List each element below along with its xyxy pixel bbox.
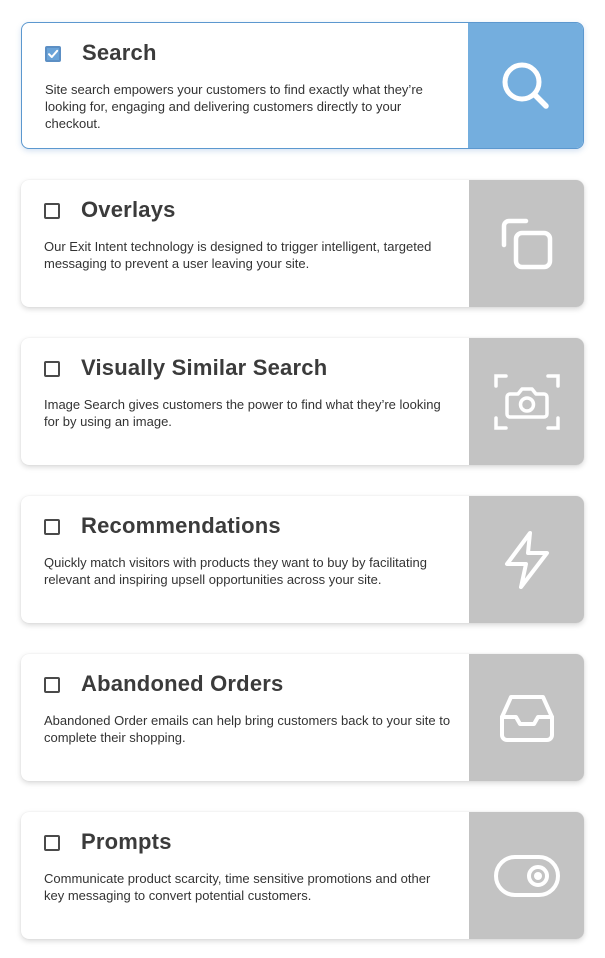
feature-card-body: Search Site search empowers your custome… <box>22 23 470 148</box>
feature-card-visually-similar-search[interactable]: Visually Similar Search Image Search giv… <box>21 338 584 465</box>
feature-title: Prompts <box>81 829 172 854</box>
feature-icon-panel <box>469 180 584 307</box>
feature-description: Quickly match visitors with products the… <box>44 555 427 587</box>
feature-card-overlays[interactable]: Overlays Our Exit Intent technology is d… <box>21 180 584 307</box>
feature-card-body: Overlays Our Exit Intent technology is d… <box>21 180 469 307</box>
feature-icon-panel <box>469 654 584 781</box>
feature-icon-panel <box>468 23 583 148</box>
feature-card-body: Abandoned Orders Abandoned Order emails … <box>21 654 469 781</box>
feature-title: Search <box>82 40 157 65</box>
feature-checkbox-recommendations[interactable] <box>44 519 60 535</box>
overlay-icon <box>501 218 552 269</box>
feature-checkbox-abandoned-orders[interactable] <box>44 677 60 693</box>
feature-description: Communicate product scarcity, time sensi… <box>44 871 431 903</box>
feature-checkbox-search[interactable] <box>45 46 61 62</box>
feature-icon-panel <box>469 338 584 465</box>
feature-card-body: Recommendations Quickly match visitors w… <box>21 496 469 623</box>
feature-title: Recommendations <box>81 513 281 538</box>
lightning-icon <box>504 530 549 589</box>
feature-description: Site search empowers your customers to f… <box>45 82 423 131</box>
feature-icon-panel <box>469 496 584 623</box>
camera-scan-icon <box>493 373 560 430</box>
feature-checkbox-prompts[interactable] <box>44 835 60 851</box>
feature-description: Abandoned Order emails can help bring cu… <box>44 713 451 745</box>
feature-card-abandoned-orders[interactable]: Abandoned Orders Abandoned Order emails … <box>21 654 584 781</box>
feature-card-body: Visually Similar Search Image Search giv… <box>21 338 469 465</box>
feature-title: Abandoned Orders <box>81 671 284 696</box>
feature-title: Visually Similar Search <box>81 355 328 380</box>
feature-card-recommendations[interactable]: Recommendations Quickly match visitors w… <box>21 496 584 623</box>
search-icon <box>502 62 549 109</box>
inbox-tray-icon <box>499 694 554 742</box>
feature-card-prompts[interactable]: Prompts Communicate product scarcity, ti… <box>21 812 584 939</box>
feature-checkbox-overlays[interactable] <box>44 203 60 219</box>
feature-description: Our Exit Intent technology is designed t… <box>44 239 432 271</box>
feature-checkbox-visually-similar-search[interactable] <box>44 361 60 377</box>
feature-title: Overlays <box>81 197 176 222</box>
toggle-icon <box>493 854 560 897</box>
feature-icon-panel <box>469 812 584 939</box>
feature-card-search[interactable]: Search Site search empowers your custome… <box>21 22 584 149</box>
feature-card-body: Prompts Communicate product scarcity, ti… <box>21 812 469 939</box>
checkmark-icon <box>48 49 59 58</box>
feature-description: Image Search gives customers the power t… <box>44 397 441 429</box>
